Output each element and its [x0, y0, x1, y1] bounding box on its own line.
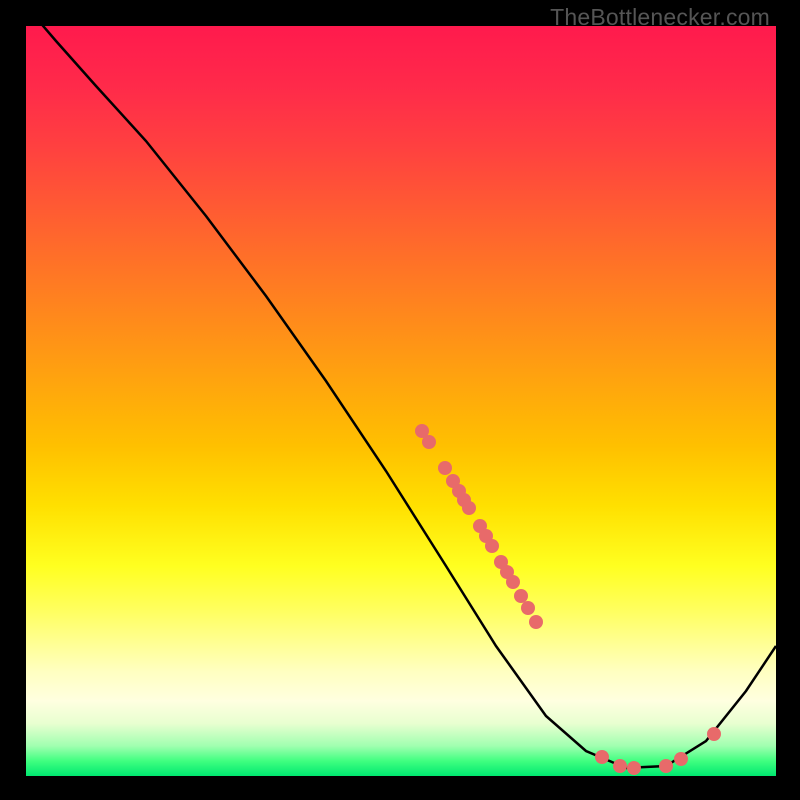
data-point [514, 589, 528, 603]
data-point [613, 759, 627, 773]
data-point [506, 575, 520, 589]
data-point [462, 501, 476, 515]
data-point [659, 759, 673, 773]
data-point [627, 761, 641, 775]
watermark-text: TheBottlenecker.com [550, 4, 770, 31]
chart-markers [415, 424, 721, 775]
data-point [707, 727, 721, 741]
data-point [674, 752, 688, 766]
data-point [438, 461, 452, 475]
chart-overlay [26, 26, 776, 776]
data-point [422, 435, 436, 449]
data-point [529, 615, 543, 629]
data-point [521, 601, 535, 615]
data-point [485, 539, 499, 553]
chart-frame [26, 26, 776, 776]
chart-line [26, 26, 776, 768]
data-point [595, 750, 609, 764]
